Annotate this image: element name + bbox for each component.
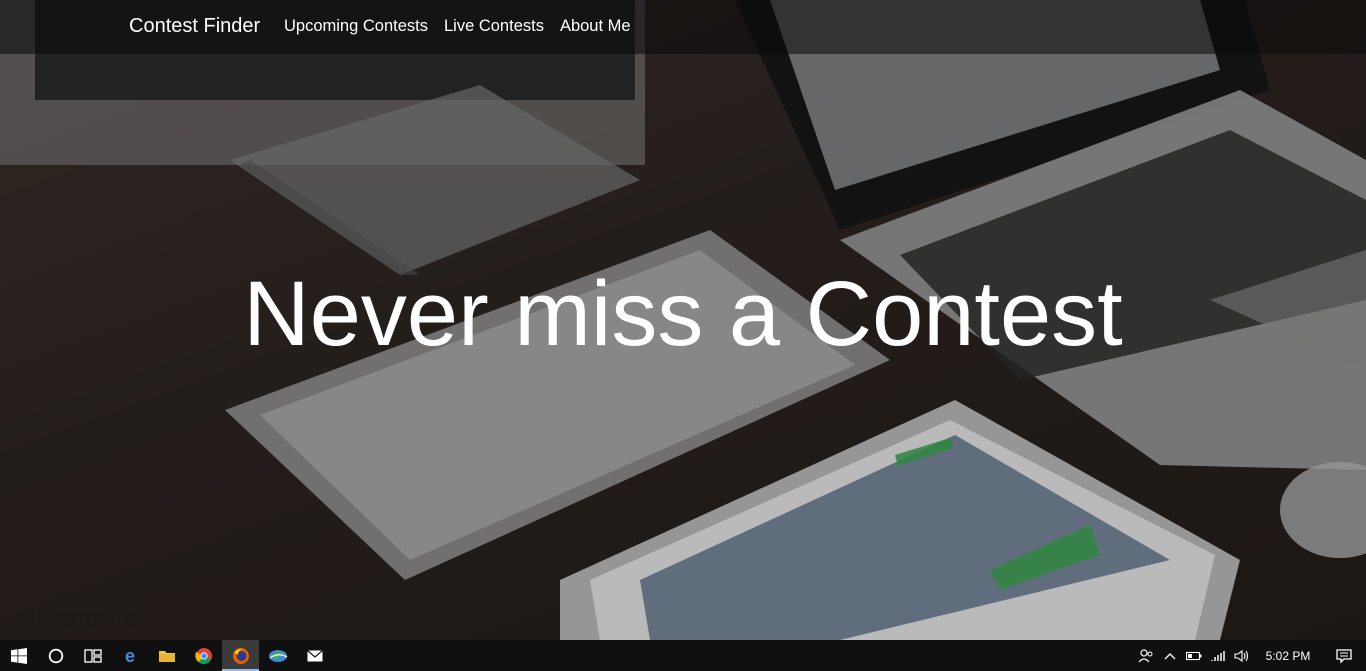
nav-link-about-me[interactable]: About Me — [560, 17, 631, 36]
edge-icon[interactable]: e — [111, 640, 148, 671]
file-explorer-icon[interactable] — [148, 640, 185, 671]
battery-icon[interactable] — [1182, 640, 1206, 671]
nav-link-upcoming-contests[interactable]: Upcoming Contests — [284, 17, 428, 36]
wifi-icon[interactable] — [1206, 640, 1230, 671]
system-tray: 5:02 PM — [1134, 640, 1366, 671]
svg-text:e: e — [124, 647, 134, 665]
chrome-icon[interactable] — [185, 640, 222, 671]
volume-icon[interactable] — [1230, 640, 1254, 671]
hero-section: Contest Finder Upcoming Contests Live Co… — [0, 0, 1366, 640]
mail-icon[interactable] — [296, 640, 333, 671]
taskbar-clock[interactable]: 5:02 PM — [1254, 649, 1322, 663]
brand-link[interactable]: Contest Finder — [129, 15, 260, 38]
windows-taskbar: e 5:02 PM — [0, 640, 1366, 671]
windows-start-icon[interactable] — [0, 640, 37, 671]
action-center-icon[interactable] — [1322, 640, 1366, 671]
firefox-icon[interactable] — [222, 640, 259, 671]
nav-link-live-contests[interactable]: Live Contests — [444, 17, 544, 36]
nav-links: Upcoming Contests Live Contests About Me — [284, 17, 631, 36]
top-navbar: Contest Finder Upcoming Contests Live Co… — [0, 0, 1366, 54]
task-view-icon[interactable] — [74, 640, 111, 671]
people-icon[interactable] — [1134, 640, 1158, 671]
copyright-credit: © DragonFist — [15, 605, 145, 630]
hero-headline: Never miss a Contest — [243, 263, 1123, 365]
google-earth-icon[interactable] — [259, 640, 296, 671]
chevron-up-icon[interactable] — [1158, 640, 1182, 671]
cortana-search-icon[interactable] — [37, 640, 74, 671]
